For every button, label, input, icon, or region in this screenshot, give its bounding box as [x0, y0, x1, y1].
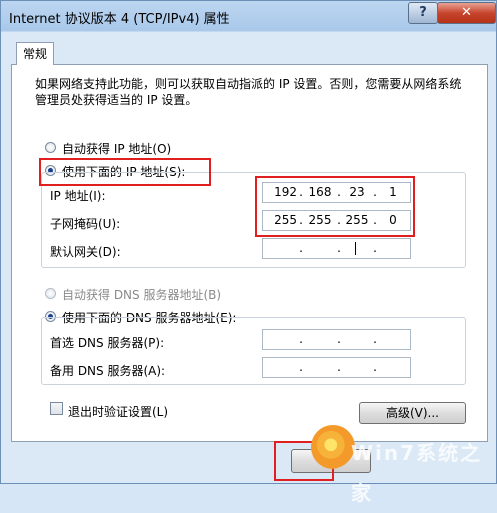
- octet-separator: .: [373, 332, 377, 346]
- octet-separator: .: [373, 241, 377, 255]
- default-gateway-label: 默认网关(D):: [50, 245, 121, 259]
- octet-separator: .: [337, 360, 341, 374]
- close-button[interactable]: ✕: [437, 2, 496, 24]
- octet-separator: .: [299, 360, 303, 374]
- auto-dns-radio[interactable]: [45, 288, 56, 299]
- octet-separator: .: [373, 360, 377, 374]
- ip-address-label: IP 地址(I):: [50, 189, 106, 203]
- address-values-highlight: [255, 176, 415, 237]
- validate-label[interactable]: 退出时验证设置(L): [68, 403, 168, 420]
- description-text: 如果网络支持此功能，则可以获取自动指派的 IP 设置。否则，您需要从网络系统管理…: [35, 77, 462, 107]
- subnet-mask-label: 子网掩码(U):: [50, 217, 121, 231]
- dialog-window: Internet 协议版本 4 (TCP/IPv4) 属性 ? ✕ 常规 如果网…: [0, 0, 497, 505]
- window-title: Internet 协议版本 4 (TCP/IPv4) 属性: [9, 12, 230, 27]
- auto-ip-radio[interactable]: [45, 142, 56, 153]
- watermark-text: Win7系统之家: [351, 441, 483, 505]
- octet-separator: .: [337, 241, 341, 255]
- octet-separator: .: [299, 332, 303, 346]
- alternate-dns-label: 备用 DNS 服务器(A):: [50, 364, 166, 378]
- manual-ip-highlight: [39, 158, 211, 186]
- tab-general[interactable]: 常规: [16, 42, 54, 65]
- auto-dns-label[interactable]: 自动获得 DNS 服务器地址(B): [62, 286, 221, 303]
- title-bar[interactable]: Internet 协议版本 4 (TCP/IPv4) 属性 ? ✕: [1, 1, 497, 31]
- octet-separator: .: [337, 332, 341, 346]
- alternate-dns-input[interactable]: . . .: [262, 357, 411, 378]
- advanced-button[interactable]: 高级(V)...: [359, 402, 466, 424]
- text-caret: [355, 242, 356, 255]
- octet-separator: .: [299, 241, 303, 255]
- help-button[interactable]: ?: [408, 2, 438, 24]
- preferred-dns-input[interactable]: . . .: [262, 329, 411, 350]
- preferred-dns-label: 首选 DNS 服务器(P):: [50, 336, 165, 350]
- validate-checkbox[interactable]: [50, 402, 63, 415]
- default-gateway-input[interactable]: . . .: [262, 238, 411, 259]
- auto-ip-label[interactable]: 自动获得 IP 地址(O): [62, 140, 171, 157]
- watermark-logo-icon: [311, 425, 355, 469]
